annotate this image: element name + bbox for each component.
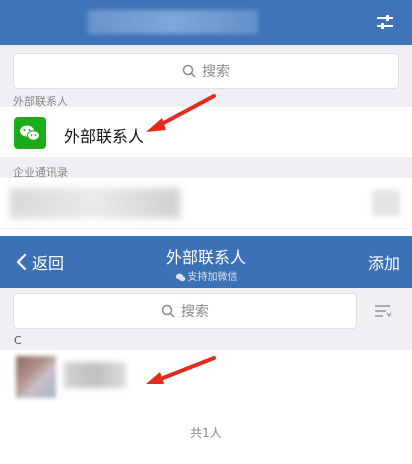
page-subtitle-text: 支持加微信 xyxy=(187,272,238,283)
external-contacts-label: 外部联系人 xyxy=(64,127,145,146)
search-wrap: 搜索 xyxy=(0,50,412,90)
contact-count: 共1人 xyxy=(190,426,222,440)
bottom-screen: 返回 外部联系人 支持加微信 添加 搜索 C 共1人 xyxy=(0,236,412,464)
search-icon xyxy=(161,304,175,318)
search-placeholder: 搜索 xyxy=(202,64,230,80)
add-button[interactable]: 添加 xyxy=(368,250,400,274)
wechat-icon xyxy=(14,117,46,149)
page-subtitle: 支持加微信 xyxy=(0,268,412,283)
index-header: C xyxy=(0,332,412,350)
search-wrap-bottom: 搜索 xyxy=(0,288,412,332)
nav-bar: 返回 外部联系人 支持加微信 添加 xyxy=(0,236,412,288)
red-arrow-icon xyxy=(146,356,216,384)
index-letter: C xyxy=(14,334,22,347)
search-placeholder-bottom: 搜索 xyxy=(181,304,209,320)
top-header xyxy=(0,0,412,45)
avatar xyxy=(16,356,56,398)
search-input[interactable]: 搜索 xyxy=(13,53,399,89)
search-icon xyxy=(182,64,196,78)
blurred-directory-row xyxy=(0,178,412,228)
top-screen: 搜索 外部联系人 外部联系人 企业通讯录 xyxy=(0,0,412,229)
settings-sliders-icon[interactable] xyxy=(376,13,394,31)
red-arrow-icon xyxy=(146,94,216,132)
sort-list-icon[interactable] xyxy=(374,302,392,320)
page-title: 外部联系人 xyxy=(165,248,246,267)
blurred-content xyxy=(10,188,180,218)
blurred-contact-name xyxy=(64,362,126,388)
blurred-content-right xyxy=(372,190,400,216)
search-input-bottom[interactable]: 搜索 xyxy=(13,293,357,329)
blurred-title xyxy=(88,10,258,34)
wechat-mini-icon xyxy=(175,273,185,281)
